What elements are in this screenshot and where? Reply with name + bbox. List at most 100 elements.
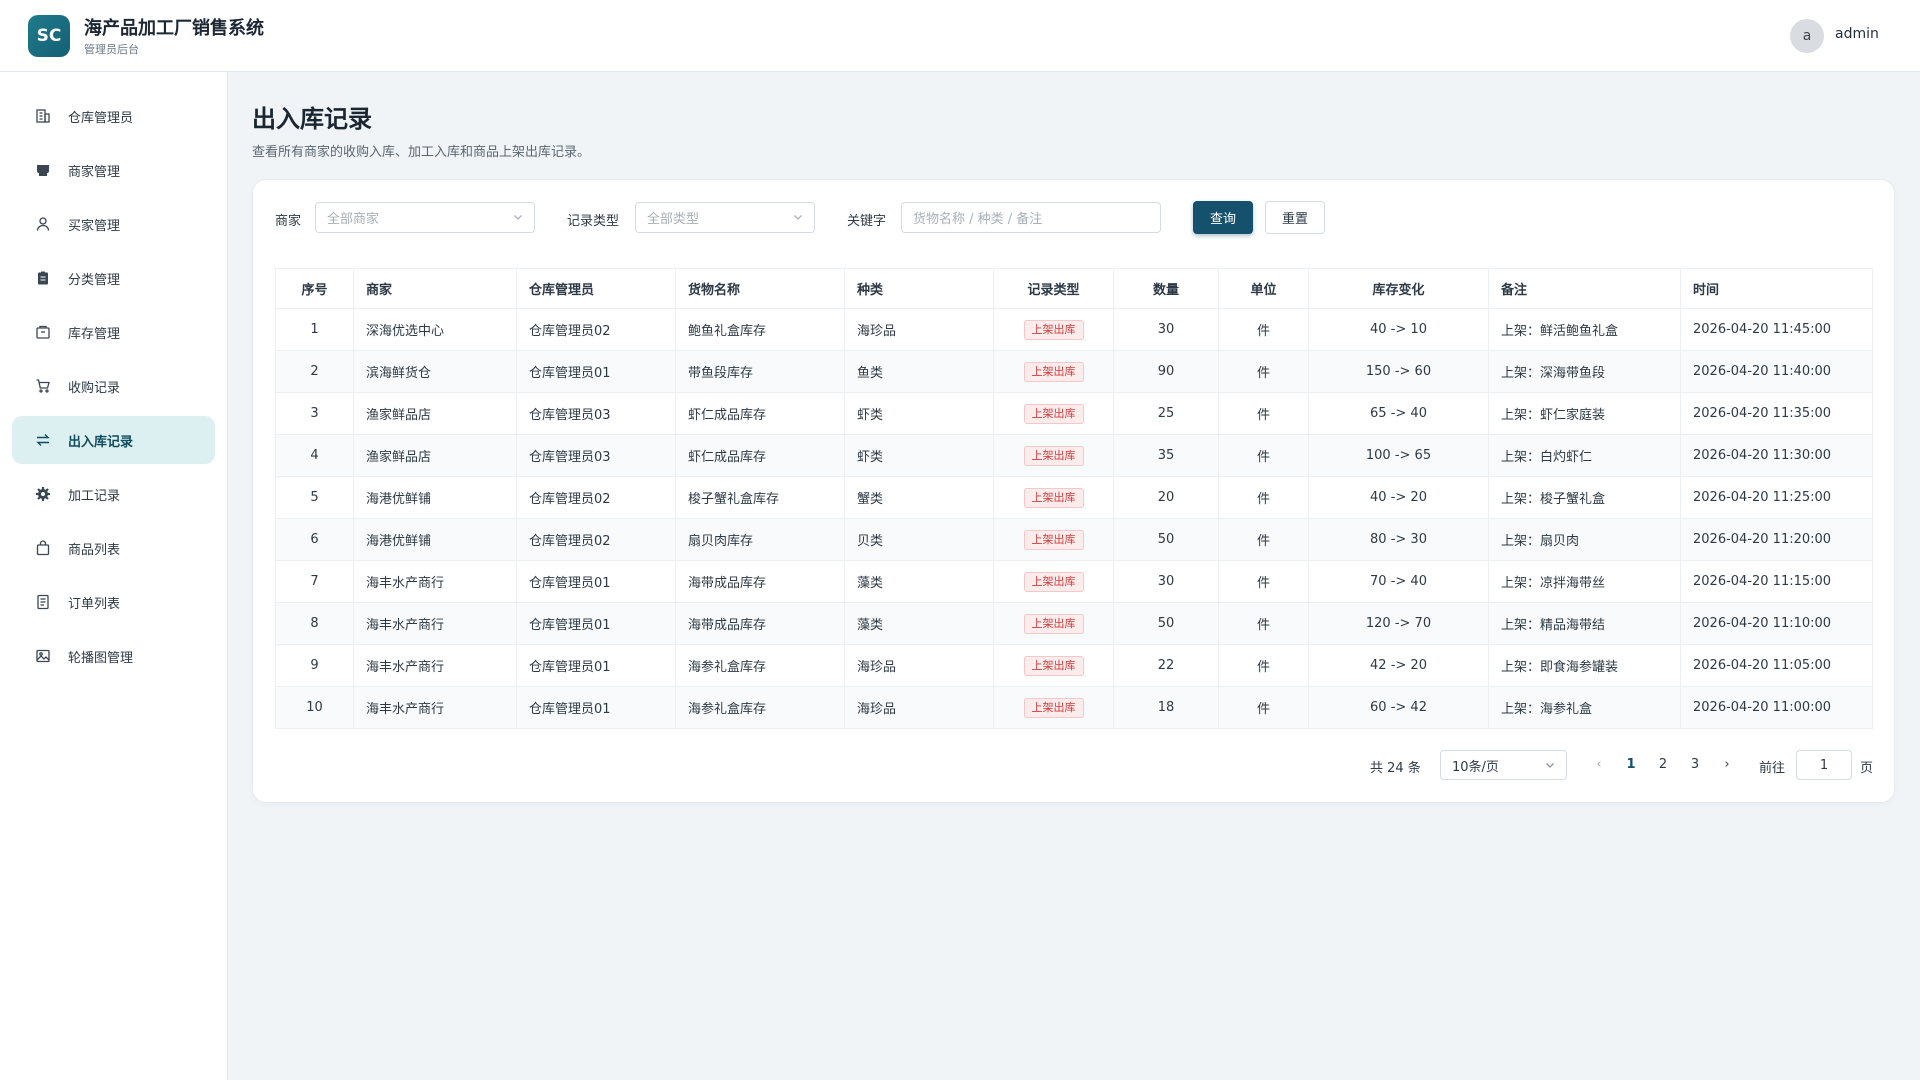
column-header: 种类 [844,268,994,309]
stock-change-cell: 42 -> 20 [1308,644,1489,687]
merchant-select[interactable]: 全部商家 [315,202,535,233]
remark-cell: 上架：白灼虾仁 [1488,434,1681,477]
record-type-tag: 上架出库 [1023,655,1084,676]
page-title: 出入库记录 [252,105,372,133]
page-number-2[interactable]: 2 [1653,757,1673,772]
page-suffix: 页 [1860,761,1874,776]
remark-cell: 上架：深海带鱼段 [1488,350,1681,393]
goods-name-cell: 虾仁成品库存 [675,392,845,435]
column-header: 数量 [1113,268,1219,309]
sidebar-item-stock-records[interactable]: 出入库记录 [12,416,215,464]
prev-page-button[interactable]: ‹ [1591,757,1607,772]
avatar[interactable]: a [1790,19,1824,53]
record-type-tag: 上架出库 [1023,571,1084,592]
app-logo[interactable]: SC [28,15,70,57]
table-row: 7 海丰水产商行 仓库管理员01 海带成品库存 藻类 上架出库 30 件 70 -> 40 上架：… [275,560,1873,603]
stock-change-cell: 80 -> 30 [1308,518,1489,561]
sidebar-item-carousel[interactable]: 轮播图管理 [12,632,215,680]
category-cell: 藻类 [844,560,994,603]
record-type-cell: 上架出库 [993,560,1114,603]
record-type-cell: 上架出库 [993,350,1114,393]
remark-cell: 上架：即食海参罐装 [1488,644,1681,687]
category-cell: 海珍品 [844,644,994,687]
sidebar-item-processing-records[interactable]: 加工记录 [12,470,215,518]
goods-name-cell: 海参礼盒库存 [675,644,845,687]
table-row: 6 海港优鲜铺 仓库管理员02 扇贝肉库存 贝类 上架出库 50 件 80 -> 30 上架：扇贝… [275,518,1873,561]
page-size-value: 10条/页 [1452,759,1499,775]
unit-cell: 件 [1218,350,1309,393]
record-type-cell: 上架出库 [993,644,1114,687]
sidebar-item-label: 商家管理 [68,164,121,180]
pagination-total: 共 24 条 [1370,761,1421,776]
quantity-cell: 50 [1113,518,1219,561]
record-type-cell: 上架出库 [993,686,1114,729]
package-icon [34,323,52,341]
sidebar-item-categories[interactable]: 分类管理 [12,254,215,302]
merchant-cell: 滨海鲜货仓 [353,350,517,393]
unit-cell: 件 [1218,434,1309,477]
warehouse-admin-cell: 仓库管理员01 [516,644,676,687]
quantity-cell: 30 [1113,308,1219,351]
keyword-filter-label: 关键字 [847,214,887,229]
table-row: 9 海丰水产商行 仓库管理员01 海参礼盒库存 海珍品 上架出库 22 件 42 -> 20 上架… [275,644,1873,687]
remark-cell: 上架：精品海带结 [1488,602,1681,645]
sidebar-item-buyers[interactable]: 买家管理 [12,200,215,248]
sidebar-item-orders[interactable]: 订单列表 [12,578,215,626]
page-size-select[interactable]: 10条/页 [1440,750,1567,780]
table-header-row: 序号 商家 仓库管理员 货物名称 种类 记录类型 数量 单位 库存变化 备注 时… [275,268,1873,309]
image-icon [34,647,52,665]
column-header: 货物名称 [675,268,845,309]
username[interactable]: admin [1835,26,1879,42]
warehouse-admin-cell: 仓库管理员02 [516,518,676,561]
search-button[interactable]: 查询 [1193,201,1253,234]
record-type-select[interactable]: 全部类型 [635,202,815,233]
sidebar-item-merchants[interactable]: 商家管理 [12,146,215,194]
unit-cell: 件 [1218,602,1309,645]
record-type-cell: 上架出库 [993,392,1114,435]
table-row: 2 滨海鲜货仓 仓库管理员01 带鱼段库存 鱼类 上架出库 90 件 150 -> 60 上架：深… [275,350,1873,393]
chevron-down-icon [512,211,524,227]
sidebar-item-warehouse-admin[interactable]: 仓库管理员 [12,92,215,140]
time-cell: 2026-04-20 11:35:00 [1680,392,1873,435]
column-header: 序号 [275,268,354,309]
remark-cell: 上架：鲜活鲍鱼礼盒 [1488,308,1681,351]
record-type-tag: 上架出库 [1023,613,1084,634]
row-index: 6 [275,518,354,561]
goto-page-input[interactable]: 1 [1796,750,1852,780]
row-index: 7 [275,560,354,603]
sidebar-item-purchase-records[interactable]: 收购记录 [12,362,215,410]
page-number-3[interactable]: 3 [1685,757,1705,772]
sidebar-item-products[interactable]: 商品列表 [12,524,215,572]
remark-cell: 上架：凉拌海带丝 [1488,560,1681,603]
row-index: 5 [275,476,354,519]
merchant-filter-label: 商家 [275,214,302,229]
merchant-cell: 海港优鲜铺 [353,518,517,561]
keyword-input[interactable]: 货物名称 / 种类 / 备注 [901,202,1161,233]
sidebar-item-label: 买家管理 [68,218,121,234]
column-header: 库存变化 [1308,268,1489,309]
unit-cell: 件 [1218,476,1309,519]
record-type-cell: 上架出库 [993,602,1114,645]
warehouse-admin-cell: 仓库管理员03 [516,434,676,477]
warehouse-admin-cell: 仓库管理员01 [516,602,676,645]
record-type-cell: 上架出库 [993,434,1114,477]
keyword-input-placeholder: 货物名称 / 种类 / 备注 [913,212,1043,227]
column-header: 商家 [353,268,517,309]
page-number-1[interactable]: 1 [1621,757,1641,772]
time-cell: 2026-04-20 11:30:00 [1680,434,1873,477]
quantity-cell: 50 [1113,602,1219,645]
reset-button[interactable]: 重置 [1265,201,1325,234]
quantity-cell: 22 [1113,644,1219,687]
sidebar-item-inventory[interactable]: 库存管理 [12,308,215,356]
chevron-down-icon [1544,759,1556,775]
next-page-button[interactable]: › [1719,757,1735,772]
merchant-cell: 海丰水产商行 [353,560,517,603]
app-subtitle: 管理员后台 [84,43,139,56]
time-cell: 2026-04-20 11:00:00 [1680,686,1873,729]
goods-name-cell: 扇贝肉库存 [675,518,845,561]
sidebar-item-label: 出入库记录 [68,434,134,450]
document-icon [34,593,52,611]
remark-cell: 上架：扇贝肉 [1488,518,1681,561]
record-type-cell: 上架出库 [993,308,1114,351]
row-index: 1 [275,308,354,351]
